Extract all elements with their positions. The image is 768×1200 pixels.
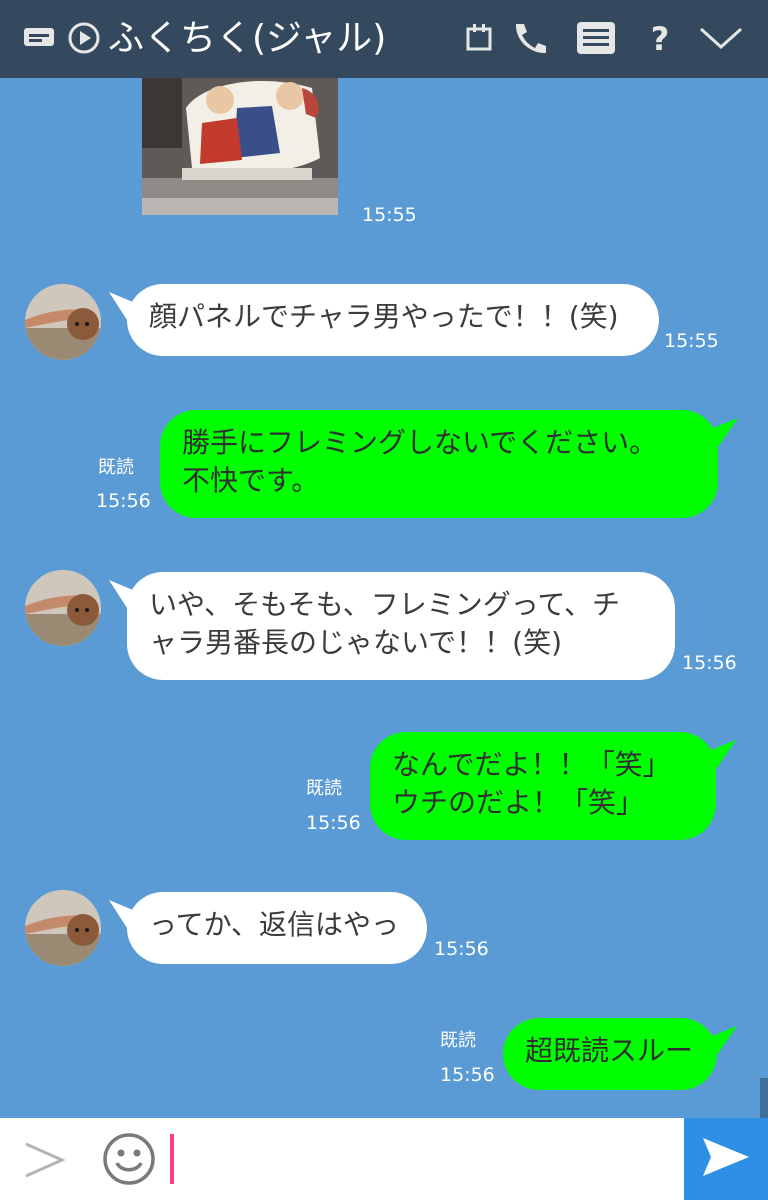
chevron-down-icon[interactable] — [696, 18, 746, 58]
send-button[interactable] — [684, 1118, 768, 1200]
message-text: ウチのだよ！「笑」 — [392, 786, 645, 819]
avatar[interactable] — [25, 570, 101, 646]
incoming-message-bubble[interactable]: 顔パネルでチャラ男やったで！！(笑) — [127, 284, 659, 356]
chat-title: ふくちく(ジャル) — [108, 18, 387, 59]
read-receipt: 既読 — [440, 1030, 476, 1051]
message-timestamp: 15:56 — [96, 490, 151, 512]
emoji-icon[interactable] — [102, 1132, 156, 1186]
incoming-message-bubble[interactable]: いや、そもそも、フレミングって、チ ャラ男番長のじゃないで！！(笑) — [127, 572, 675, 680]
message-text: 不快です。 — [182, 464, 320, 497]
expand-icon[interactable] — [22, 1138, 66, 1182]
outgoing-message-bubble[interactable]: 超既読スルー — [503, 1018, 717, 1090]
message-timestamp: 15:56 — [434, 938, 489, 960]
message-timestamp: 15:56 — [682, 652, 737, 674]
outgoing-message-bubble[interactable]: なんでだよ！！「笑」 ウチのだよ！「笑」 — [370, 732, 716, 840]
message-input[interactable] — [170, 1134, 174, 1184]
svg-text:?: ? — [651, 20, 670, 56]
message-text: いや、そもそも、フレミングって、チ — [149, 588, 620, 621]
help-icon[interactable]: ? — [640, 18, 680, 58]
message-text: なんでだよ！！「笑」 — [392, 748, 671, 781]
avatar[interactable] — [25, 284, 101, 360]
shared-photo[interactable] — [142, 78, 338, 215]
message-text: ってか、返信はやっ — [149, 908, 400, 941]
chat-list-icon[interactable] — [20, 18, 60, 58]
chat-header: ふくちく(ジャル) ? — [0, 0, 768, 78]
incoming-message-bubble[interactable]: ってか、返信はやっ — [127, 892, 427, 964]
play-icon[interactable] — [64, 18, 104, 58]
message-timestamp: 15:56 — [440, 1064, 495, 1086]
read-receipt: 既読 — [98, 457, 134, 478]
message-text: 超既読スルー — [525, 1034, 694, 1067]
message-timestamp: 15:55 — [664, 330, 719, 352]
message-timestamp: 15:56 — [306, 812, 361, 834]
read-receipt: 既読 — [306, 778, 342, 799]
message-text: 顔パネルでチャラ男やったで！！(笑) — [149, 300, 619, 333]
message-text: 勝手にフレミングしないでください。 — [182, 426, 658, 459]
outgoing-message-bubble[interactable]: 勝手にフレミングしないでください。 不快です。 — [160, 410, 718, 518]
message-list[interactable]: 15:55 顔パネルでチャラ男やったで！！(笑) 15:55 既読 15:56 … — [0, 78, 768, 1118]
menu-icon[interactable] — [576, 18, 616, 58]
avatar[interactable] — [25, 890, 101, 966]
message-text: ャラ男番長のじゃないで！！(笑) — [149, 626, 563, 659]
phone-icon[interactable] — [510, 18, 550, 58]
message-input-bar — [0, 1118, 768, 1200]
send-icon — [701, 1136, 751, 1182]
photo-timestamp: 15:55 — [362, 204, 417, 226]
scrollbar[interactable] — [760, 1078, 768, 1118]
calendar-icon[interactable] — [460, 18, 500, 58]
